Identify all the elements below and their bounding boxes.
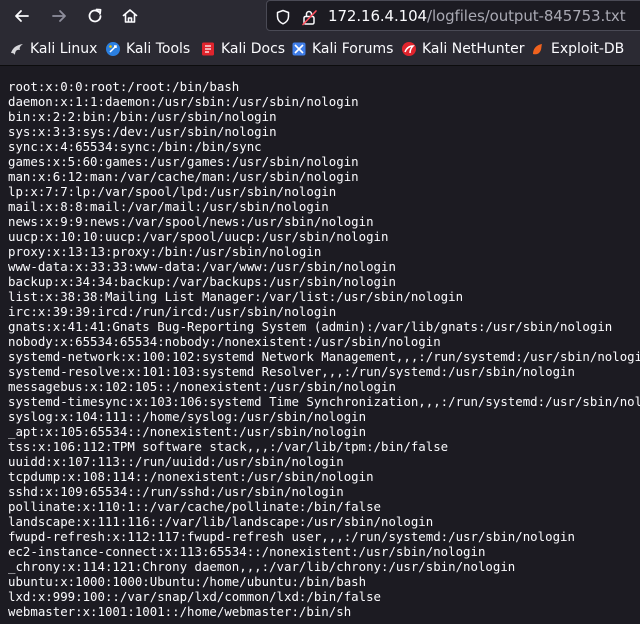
file-line: systemd-network:x:100:102:systemd Networ… <box>8 349 640 364</box>
reload-button[interactable] <box>82 3 108 29</box>
arrow-left-icon <box>15 10 29 22</box>
bookmark-label: Kali Tools <box>126 41 191 57</box>
file-line: man:x:6:12:man:/var/cache/man:/usr/sbin/… <box>8 169 359 184</box>
file-line: backup:x:34:34:backup:/var/backups:/usr/… <box>8 274 396 289</box>
file-line: ubuntu:x:1000:1000:Ubuntu:/home/ubuntu:/… <box>8 574 367 589</box>
file-line: sync:x:4:65534:sync:/bin:/bin/sync <box>8 139 262 154</box>
file-line: fwupd-refresh:x:112:117:fwupd-refresh us… <box>8 529 575 544</box>
file-line: root:x:0:0:root:/root:/bin/bash <box>8 79 240 94</box>
bookmark-label: Kali Forums <box>312 41 394 57</box>
bookmark-kali-forums[interactable]: Kali Forums <box>291 40 393 58</box>
url-path: /logfiles/output-845753.txt <box>427 7 626 25</box>
text-file-content: root:x:0:0:root:/root:/bin/bash daemon:x:… <box>8 79 640 619</box>
file-line: messagebus:x:102:105::/nonexistent:/usr/… <box>8 379 396 394</box>
file-line: daemon:x:1:1:daemon:/usr/sbin:/usr/sbin/… <box>8 94 359 109</box>
file-line: sshd:x:109:65534::/run/sshd:/usr/sbin/no… <box>8 484 344 499</box>
file-line: uucp:x:10:10:uucp:/var/spool/uucp:/usr/s… <box>8 229 389 244</box>
file-line: landscape:x:111:116::/var/lib/landscape:… <box>8 514 434 529</box>
file-line: syslog:x:104:111::/home/syslog:/usr/sbin… <box>8 409 367 424</box>
arrow-right-icon <box>52 10 66 22</box>
exploit-db-icon <box>530 41 546 57</box>
bookmark-label: Kali NetHunter <box>422 41 525 57</box>
navigation-toolbar: 172.16.4.104/logfiles/output-845753.txt <box>0 0 640 32</box>
bookmark-kali-linux[interactable]: Kali Linux <box>9 40 97 58</box>
kali-forums-icon <box>291 41 307 57</box>
file-line: tcpdump:x:108:114::/nonexistent:/usr/sbi… <box>8 469 374 484</box>
bookmark-kali-tools[interactable]: Kali Tools <box>105 40 190 58</box>
tracking-protection-shield-icon[interactable] <box>274 8 292 26</box>
file-line: lp:x:7:7:lp:/var/spool/lpd:/usr/sbin/nol… <box>8 184 337 199</box>
file-line: uuidd:x:107:113::/run/uuidd:/usr/sbin/no… <box>8 454 344 469</box>
file-line: webmaster:x:1001:1001::/home/webmaster:/… <box>8 604 352 619</box>
back-button[interactable] <box>9 3 35 29</box>
bookmark-label: Kali Docs <box>221 41 286 57</box>
kali-nethunter-icon <box>401 41 417 57</box>
file-line: tss:x:106:112:TPM software stack,,,:/var… <box>8 439 449 454</box>
file-line: games:x:5:60:games:/usr/games:/usr/sbin/… <box>8 154 359 169</box>
home-button[interactable] <box>117 3 143 29</box>
url-text[interactable]: 172.16.4.104/logfiles/output-845753.txt <box>328 7 626 25</box>
insecure-connection-lock-icon[interactable] <box>300 8 318 26</box>
file-line: gnats:x:41:41:Gnats Bug-Reporting System… <box>8 319 613 334</box>
bookmark-kali-nethunter[interactable]: Kali NetHunter <box>401 40 524 58</box>
reload-icon <box>88 8 102 23</box>
forward-button[interactable] <box>46 3 72 29</box>
kali-tools-icon <box>105 41 121 57</box>
address-bar[interactable]: 172.16.4.104/logfiles/output-845753.txt <box>266 0 640 31</box>
bookmark-kali-docs[interactable]: Kali Docs <box>200 40 285 58</box>
bookmark-label: Exploit-DB <box>551 41 625 57</box>
file-line: irc:x:39:39:ircd:/run/ircd:/usr/sbin/nol… <box>8 304 337 319</box>
browser-window: 172.16.4.104/logfiles/output-845753.txt … <box>0 0 640 624</box>
file-line: systemd-timesync:x:103:106:systemd Time … <box>8 394 640 409</box>
file-line: nobody:x:65534:65534:nobody:/nonexistent… <box>8 334 441 349</box>
kali-dragon-icon <box>9 41 25 57</box>
file-line: news:x:9:9:news:/var/spool/news:/usr/sbi… <box>8 214 374 229</box>
kali-docs-icon <box>200 41 216 57</box>
home-icon <box>122 9 138 23</box>
file-line: bin:x:2:2:bin:/bin:/usr/sbin/nologin <box>8 109 277 124</box>
file-line: list:x:38:38:Mailing List Manager:/var/l… <box>8 289 464 304</box>
file-line: _chrony:x:114:121:Chrony daemon,,,:/var/… <box>8 559 516 574</box>
file-line: systemd-resolve:x:101:103:systemd Resolv… <box>8 364 575 379</box>
file-line: lxd:x:999:100::/var/snap/lxd/common/lxd:… <box>8 589 381 604</box>
file-line: _apt:x:105:65534::/nonexistent:/usr/sbin… <box>8 424 367 439</box>
file-line: sys:x:3:3:sys:/dev:/usr/sbin/nologin <box>8 124 277 139</box>
bookmark-exploit-db[interactable]: Exploit-DB <box>530 40 624 58</box>
file-line: mail:x:8:8:mail:/var/mail:/usr/sbin/nolo… <box>8 199 329 214</box>
file-line: ec2-instance-connect:x:113:65534::/nonex… <box>8 544 486 559</box>
file-line: proxy:x:13:13:proxy:/bin:/usr/sbin/nolog… <box>8 244 322 259</box>
file-line: pollinate:x:110:1::/var/cache/pollinate:… <box>8 499 381 514</box>
bookmark-label: Kali Linux <box>30 41 98 57</box>
url-host: 172.16.4.104 <box>328 7 427 25</box>
file-line: www-data:x:33:33:www-data:/var/www:/usr/… <box>8 259 396 274</box>
page-content: root:x:0:0:root:/root:/bin/bash daemon:x:… <box>0 66 640 624</box>
bookmarks-toolbar: Kali Linux Kali Tools Kali Docs Kali For… <box>0 32 640 66</box>
